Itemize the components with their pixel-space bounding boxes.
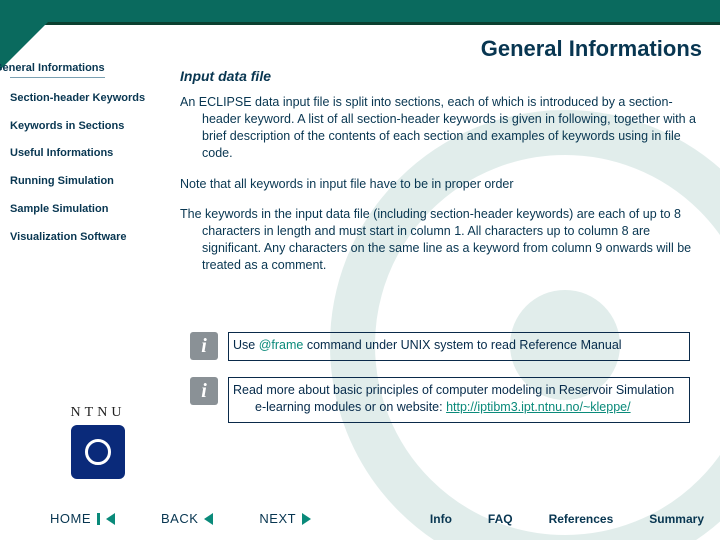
info-box-link: i Read more about basic principles of co… (190, 377, 690, 423)
info-text-cmd: @frame (259, 338, 304, 352)
back-button[interactable]: BACK (161, 511, 213, 526)
content-body: An ECLIPSE data input file is split into… (180, 94, 700, 288)
page-title: General Informations (481, 36, 702, 62)
tab-faq[interactable]: FAQ (488, 512, 513, 526)
sidebar-item-label: Visualization Software (10, 231, 127, 243)
sidebar-item-keywords-in-sections[interactable]: Keywords in Sections (8, 116, 168, 144)
nav-label: NEXT (259, 511, 296, 526)
nav-label: HOME (50, 511, 91, 526)
paragraph-3: The keywords in the input data file (inc… (180, 206, 700, 274)
bottom-nav: HOME BACK NEXT (50, 511, 311, 526)
nav-label: BACK (161, 511, 198, 526)
home-button[interactable]: HOME (50, 511, 115, 526)
info-area: i Use @frame command under UNIX system t… (190, 332, 690, 439)
sidebar-item-label: Running Simulation (10, 175, 114, 187)
tab-info[interactable]: Info (430, 512, 452, 526)
ntnu-logo-mark (71, 425, 125, 479)
sidebar-item-sample-simulation[interactable]: Sample Simulation (8, 199, 168, 227)
next-triangle-icon (302, 513, 311, 525)
top-stripe (0, 0, 720, 22)
info-text-prefix: Use (233, 338, 259, 352)
sidebar-item-general-informations[interactable]: √ General Informations (8, 58, 168, 88)
back-triangle-icon (204, 513, 213, 525)
sidebar-item-label: Useful Informations (10, 147, 113, 159)
section-title: Input data file (180, 68, 271, 84)
info-icon: i (190, 332, 218, 360)
paragraph-1: An ECLIPSE data input file is split into… (180, 94, 700, 162)
info-icon: i (190, 377, 218, 405)
info-text-suffix: command under UNIX system to read Refere… (303, 338, 621, 352)
sidebar-item-label: Sample Simulation (10, 203, 108, 215)
sidebar-item-running-simulation[interactable]: Running Simulation (8, 171, 168, 199)
sidebar-item-visualization-software[interactable]: Visualization Software (8, 227, 168, 255)
sidebar-item-label: Keywords in Sections (10, 120, 124, 132)
sidebar: √ General Informations Section-header Ke… (8, 58, 168, 254)
info-link[interactable]: http://iptibm3.ipt.ntnu.no/~kleppe/ (446, 400, 631, 414)
tab-summary[interactable]: Summary (649, 512, 704, 526)
sidebar-item-label: Section-header Keywords (10, 92, 145, 104)
home-bar-icon (97, 513, 100, 525)
ntnu-logo-text: NTNU (38, 405, 158, 421)
ntnu-logo: NTNU (38, 405, 158, 479)
next-button[interactable]: NEXT (259, 511, 311, 526)
info-text-link: Read more about basic principles of comp… (228, 377, 690, 423)
info-text-frame: Use @frame command under UNIX system to … (228, 332, 690, 361)
top-rule (0, 22, 720, 25)
info-box-frame: i Use @frame command under UNIX system t… (190, 332, 690, 361)
paragraph-2: Note that all keywords in input file hav… (180, 176, 700, 193)
home-triangle-icon (106, 513, 115, 525)
tab-references[interactable]: References (549, 512, 614, 526)
sidebar-item-section-header-keywords[interactable]: Section-header Keywords (8, 88, 168, 116)
footer-tabs: Info FAQ References Summary (430, 512, 704, 526)
sidebar-item-useful-informations[interactable]: Useful Informations (8, 143, 168, 171)
sidebar-item-label: General Informations (10, 62, 105, 78)
